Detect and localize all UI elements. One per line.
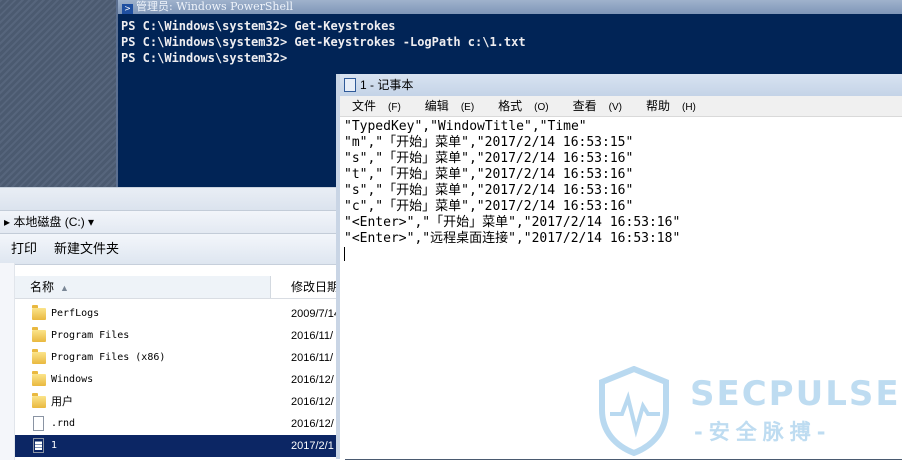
file-list: PerfLogs 2009/7/14 Program Files 2016/11/ …: [15, 303, 345, 457]
menu-view[interactable]: 查看 (V): [567, 99, 628, 113]
menu-accelerator: (V): [608, 102, 622, 113]
column-header: 名称 ▲ 修改日期: [15, 276, 345, 299]
menu-help[interactable]: 帮助 (H): [640, 99, 702, 113]
address-bar[interactable]: ▸ 本地磁盘 (C:) ▾: [0, 211, 345, 234]
menu-format[interactable]: 格式 (O): [492, 99, 554, 113]
powershell-titlebar[interactable]: > 管理员: Windows PowerShell: [118, 0, 902, 14]
desktop-background: [0, 0, 118, 190]
menu-label: 帮助: [645, 99, 670, 113]
menu-label: 编辑: [424, 99, 449, 113]
file-name: Program Files: [51, 330, 130, 341]
file-name: .rnd: [51, 418, 76, 429]
text-line: "m","「开始」菜单","2017/2/14 16:53:15": [344, 135, 634, 150]
text-file-icon: [33, 438, 44, 453]
notepad-icon: [344, 78, 356, 92]
sort-ascending-icon: ▲: [60, 283, 69, 293]
menu-accelerator: (E): [460, 102, 475, 113]
text-line: "s","「开始」菜单","2017/2/14 16:53:16": [344, 151, 634, 166]
console-line: PS C:\Windows\system32> Get-Keystrokes -…: [121, 35, 526, 49]
file-name: Windows: [51, 374, 94, 385]
notepad-text-area[interactable]: "TypedKey","WindowTitle","Time" "m","「开始」…: [344, 119, 902, 459]
folder-icon: [32, 305, 46, 320]
notepad-titlebar[interactable]: 1 - 记事本: [340, 74, 902, 96]
folder-icon: [32, 371, 46, 386]
folder-icon: [32, 393, 46, 408]
column-name-label: 名称: [30, 280, 55, 294]
menu-file[interactable]: 文件 (F): [346, 99, 407, 113]
console-line: PS C:\Windows\system32> Get-Keystrokes: [121, 19, 396, 33]
file-row-selected[interactable]: 1 2017/2/1: [15, 435, 345, 457]
file-name: Program Files (x86): [51, 352, 166, 363]
file-name: PerfLogs: [51, 308, 100, 319]
explorer-top-strip: [0, 188, 345, 211]
menu-accelerator: (F): [388, 102, 401, 113]
text-cursor: [344, 247, 345, 261]
explorer-toolbar: 打印 新建文件夹: [0, 234, 345, 265]
text-line: "<Enter>","远程桌面连接","2017/2/14 16:53:18": [344, 231, 681, 246]
file-name: 1: [51, 440, 58, 451]
file-row[interactable]: Program Files 2016/11/: [15, 325, 345, 347]
console-line: PS C:\Windows\system32>: [121, 51, 288, 65]
text-line: "t","「开始」菜单","2017/2/14 16:53:16": [344, 167, 634, 182]
powershell-console[interactable]: PS C:\Windows\system32> Get-Keystrokes PS…: [118, 14, 902, 66]
file-row[interactable]: .rnd 2016/12/: [15, 413, 345, 435]
file-row[interactable]: PerfLogs 2009/7/14: [15, 303, 345, 325]
menu-accelerator: (O): [534, 102, 549, 113]
powershell-icon: >: [122, 4, 133, 14]
file-name: 用户: [51, 395, 73, 408]
explorer-window[interactable]: ▸ 本地磁盘 (C:) ▾ 打印 新建文件夹 名称 ▲ 修改日期 PerfLogs 2…: [0, 187, 345, 460]
powershell-title: 管理员: Windows PowerShell: [136, 0, 294, 13]
file-row[interactable]: Windows 2016/12/: [15, 369, 345, 391]
file-row[interactable]: Program Files (x86) 2016/11/: [15, 347, 345, 369]
menu-edit[interactable]: 编辑 (E): [419, 99, 480, 113]
notepad-menubar: 文件 (F) 编辑 (E) 格式 (O) 查看 (V) 帮助 (H): [340, 96, 902, 117]
menu-label: 文件: [352, 99, 377, 113]
notepad-title: 1 - 记事本: [360, 78, 414, 92]
notepad-window[interactable]: 1 - 记事本 文件 (F) 编辑 (E) 格式 (O) 查看 (V) 帮助 (H) "Typed…: [336, 74, 902, 459]
folder-icon: [32, 349, 46, 364]
menu-label: 查看: [572, 99, 597, 113]
column-header-name[interactable]: 名称 ▲: [15, 276, 271, 298]
file-icon: [33, 416, 44, 431]
new-folder-button[interactable]: 新建文件夹: [54, 241, 119, 256]
text-line: "TypedKey","WindowTitle","Time": [344, 119, 587, 134]
text-line: "<Enter>","「开始」菜单","2017/2/14 16:53:16": [344, 215, 681, 230]
print-button[interactable]: 打印: [11, 241, 37, 256]
navigation-pane[interactable]: [0, 263, 15, 460]
file-row[interactable]: 用户 2016/12/: [15, 391, 345, 413]
text-line: "s","「开始」菜单","2017/2/14 16:53:16": [344, 183, 634, 198]
folder-icon: [32, 327, 46, 342]
text-line: "c","「开始」菜单","2017/2/14 16:53:16": [344, 199, 634, 214]
menu-label: 格式: [498, 99, 523, 113]
menu-accelerator: (H): [682, 102, 696, 113]
